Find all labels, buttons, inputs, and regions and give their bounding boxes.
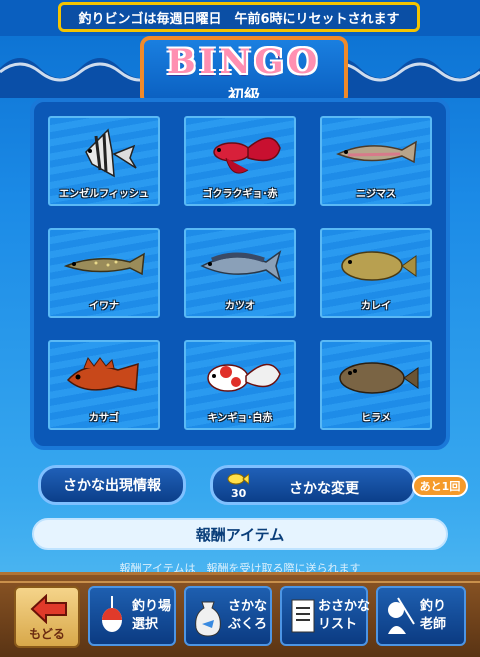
- bingo-cell[interactable]: ヒラメ: [320, 340, 432, 430]
- bingo-cell[interactable]: カツオ: [184, 228, 296, 318]
- trout-icon: [336, 140, 417, 164]
- fisherman-icon: [388, 597, 415, 634]
- fish-bag-label: さかな ぶくろ: [228, 599, 268, 632]
- betta-icon: [213, 137, 281, 174]
- cell-label: ゴクラクギョ･赤: [202, 189, 278, 200]
- back-label: もどる: [29, 627, 65, 641]
- cell-label: カレイ: [361, 301, 391, 312]
- fish-appearance-info-button[interactable]: さかな出現情報: [38, 465, 186, 505]
- fishing-spot-label: 釣り場 選択: [132, 599, 172, 632]
- arrow-left-icon: [30, 594, 67, 624]
- cell-label: ニジマス: [356, 189, 396, 200]
- fish-icon: [227, 473, 249, 485]
- bingo-cell[interactable]: カレイ: [320, 228, 432, 318]
- fish-list-label: おさかな リスト: [318, 599, 371, 632]
- cell-label: カサゴ: [89, 413, 119, 424]
- fishing-master-button[interactable]: 釣り 老師: [376, 586, 466, 646]
- cell-label: キンギョ･白赤: [207, 413, 273, 424]
- bingo-cell[interactable]: カサゴ: [48, 340, 160, 430]
- bingo-title: BINGO: [166, 42, 322, 82]
- change-fish-button[interactable]: 30 さかな変更: [210, 465, 416, 505]
- cell-label: エンゼルフィッシュ: [59, 189, 149, 200]
- goldfish-icon: [207, 363, 281, 392]
- list-icon: [291, 599, 315, 633]
- back-button[interactable]: もどる: [14, 586, 80, 648]
- fishing-spot-select-button[interactable]: 釣り場 選択: [88, 586, 176, 646]
- bingo-cell[interactable]: エンゼルフィッシュ: [48, 116, 160, 206]
- halibut-icon: [339, 362, 419, 394]
- bonito-icon: [200, 250, 282, 282]
- fishing-master-label: 釣り 老師: [420, 599, 447, 632]
- bingo-board: エンゼルフィッシュ ゴクラクギョ･赤 ニジマス イワナ カツオ カレイ カサゴ …: [30, 98, 450, 450]
- bingo-cell[interactable]: ニジマス: [320, 116, 432, 206]
- cell-label: イワナ: [89, 301, 119, 312]
- fish-list-button[interactable]: おさかな リスト: [280, 586, 371, 646]
- remaining-count-badge: あと1回: [412, 475, 468, 497]
- reward-items-header: 報酬アイテム: [32, 518, 448, 550]
- fishing-float-icon: [102, 596, 122, 632]
- char-icon: [63, 252, 145, 276]
- reset-notice: 釣りビンゴは毎週日曜日 午前6時にリセットされます: [58, 2, 420, 32]
- bingo-title-box: BINGO 初級: [140, 36, 348, 106]
- cell-label: カツオ: [225, 301, 255, 312]
- change-cost: 30: [231, 487, 247, 500]
- change-fish-label: さかな変更: [289, 481, 359, 497]
- angelfish-icon: [85, 128, 137, 178]
- bag-icon: [195, 601, 221, 637]
- bingo-cell[interactable]: イワナ: [48, 228, 160, 318]
- bingo-cell[interactable]: キンギョ･白赤: [184, 340, 296, 430]
- bingo-cell[interactable]: ゴクラクギョ･赤: [184, 116, 296, 206]
- scorpionfish-icon: [66, 356, 139, 391]
- flounder-icon: [341, 251, 417, 281]
- fish-bag-button[interactable]: さかな ぶくろ: [184, 586, 272, 646]
- cell-label: ヒラメ: [361, 413, 391, 424]
